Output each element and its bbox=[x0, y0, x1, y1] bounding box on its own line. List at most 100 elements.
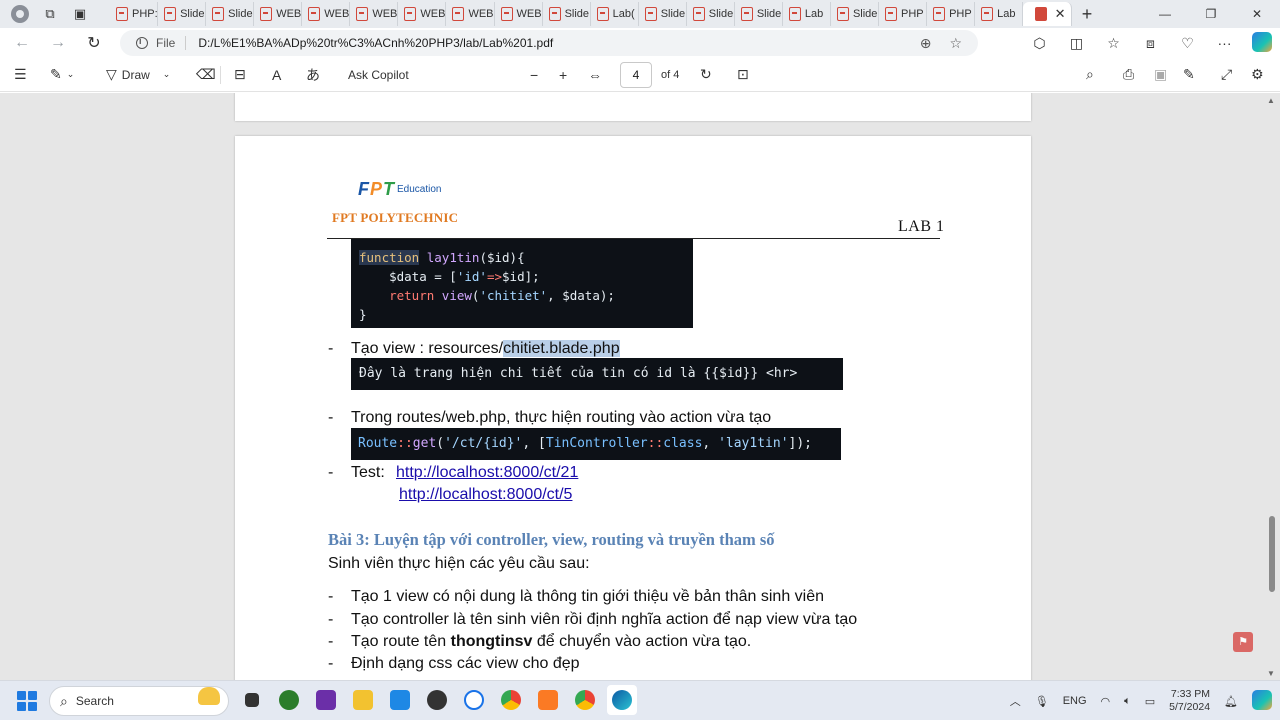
browser-tab[interactable]: Lab bbox=[783, 2, 831, 26]
vertical-scrollbar[interactable]: ▲ ▼ bbox=[1267, 96, 1276, 678]
vertical-tabs-button[interactable]: ▣ bbox=[68, 2, 92, 26]
ask-copilot-button[interactable]: Ask Copilot bbox=[348, 68, 409, 82]
url-text[interactable]: D:/L%E1%BA%ADp%20tr%C3%ACnh%20PHP3/lab/L… bbox=[198, 36, 553, 50]
split-screen-icon[interactable]: ◫ bbox=[1058, 35, 1095, 52]
clock-time: 7:33 PM bbox=[1170, 688, 1211, 700]
taskbar-app-task-view[interactable] bbox=[237, 685, 267, 715]
browser-tab[interactable]: Slide bbox=[735, 2, 783, 26]
page-number-input[interactable]: 4 bbox=[620, 62, 652, 88]
windows-start-icon[interactable] bbox=[17, 691, 37, 711]
browser-tab[interactable]: PHP: bbox=[110, 2, 159, 26]
taskbar-app-media[interactable] bbox=[422, 685, 452, 715]
highlight-button[interactable]: ✎ ⌄ bbox=[50, 66, 74, 83]
test-link-21[interactable]: http://localhost:8000/ct/21 bbox=[396, 464, 578, 482]
tray-chevron-icon[interactable]: ︿ bbox=[1010, 693, 1021, 709]
clock[interactable]: 7:33 PM 5/7/2024 bbox=[1169, 688, 1210, 714]
browser-tab-active[interactable]: ✕ bbox=[1023, 2, 1072, 26]
taskbar-app-xbox[interactable] bbox=[274, 685, 304, 715]
collections-icon[interactable]: ⧈ bbox=[1132, 35, 1169, 52]
fit-width-icon[interactable]: ⇔ bbox=[588, 67, 602, 83]
browser-tab[interactable]: PHP bbox=[879, 2, 928, 26]
more-menu-icon[interactable]: ··· bbox=[1206, 35, 1243, 51]
address-bar[interactable]: File D:/L%E1%BA%ADp%20tr%C3%ACnh%20PHP3/… bbox=[120, 30, 978, 56]
taskbar-app-xampp[interactable] bbox=[533, 685, 563, 715]
browser-tab[interactable]: WEB bbox=[350, 2, 399, 26]
zoom-out-icon[interactable]: − bbox=[530, 67, 538, 83]
notification-bell-icon[interactable]: 🔔︎ bbox=[1224, 695, 1238, 708]
test-link-5[interactable]: http://localhost:8000/ct/5 bbox=[399, 486, 572, 504]
browser-tab[interactable]: PHP bbox=[927, 2, 976, 26]
taskbar-app-zalo[interactable] bbox=[459, 685, 489, 715]
acrobat-icon[interactable]: ⚑ bbox=[1233, 632, 1253, 652]
print-icon[interactable]: ⎙ bbox=[1123, 66, 1134, 83]
rotate-icon[interactable]: ↻ bbox=[700, 66, 712, 83]
copilot-taskbar-button[interactable] bbox=[1252, 689, 1272, 713]
favorites-icon[interactable]: ☆ bbox=[1095, 35, 1132, 52]
draw-button[interactable]: ▽ Draw ⌄ bbox=[106, 66, 170, 83]
minimize-button[interactable]: — bbox=[1142, 7, 1188, 21]
maximize-button[interactable]: ❐ bbox=[1188, 7, 1234, 21]
translate-icon[interactable]: あ bbox=[306, 65, 320, 85]
close-tab-icon[interactable]: ✕ bbox=[1055, 6, 1066, 22]
pdf-viewer[interactable]: FPT Education FPT POLYTECHNIC LAB 1 func… bbox=[0, 93, 1280, 680]
task-view-icon bbox=[245, 693, 259, 707]
taskbar-app-vscode[interactable] bbox=[385, 685, 415, 715]
close-window-button[interactable]: ✕ bbox=[1234, 7, 1280, 21]
browser-tab[interactable]: WEB bbox=[446, 2, 495, 26]
search-icon[interactable]: ⌕ bbox=[1086, 66, 1094, 83]
page-view-icon[interactable]: ⊡ bbox=[737, 66, 749, 83]
browser-tab[interactable]: Slide bbox=[158, 2, 207, 26]
browser-tab[interactable]: Slide bbox=[206, 2, 255, 26]
workspaces-button[interactable]: ⧉ bbox=[38, 2, 62, 26]
language-indicator[interactable]: ENG bbox=[1063, 695, 1087, 707]
microphone-icon[interactable]: 🎙︎ bbox=[1035, 695, 1049, 708]
wifi-icon[interactable]: ◠ bbox=[1101, 695, 1111, 708]
tab-label: Lab bbox=[804, 8, 824, 20]
taskbar-app-chrome-2[interactable] bbox=[570, 685, 600, 715]
zoom-in-icon[interactable]: + bbox=[559, 67, 567, 83]
browser-tab[interactable]: WEB bbox=[398, 2, 447, 26]
scrollbar-thumb[interactable] bbox=[1269, 516, 1275, 592]
fullscreen-icon[interactable]: ⤢ bbox=[1221, 66, 1232, 83]
browser-tab[interactable]: Slide bbox=[687, 2, 735, 26]
new-tab-button[interactable]: + bbox=[1072, 4, 1102, 25]
browser-tab[interactable]: Lab( bbox=[591, 2, 639, 26]
forward-button[interactable]: → bbox=[40, 34, 76, 52]
save-icon[interactable]: ▣ bbox=[1154, 66, 1167, 83]
taskbar-app-chrome[interactable] bbox=[496, 685, 526, 715]
settings-gear-icon[interactable]: ⚙ bbox=[1251, 66, 1264, 83]
copilot-button[interactable] bbox=[1243, 31, 1280, 55]
text-panel-icon[interactable]: ⊟ bbox=[234, 66, 246, 83]
taskbar-app-edge[interactable] bbox=[607, 685, 637, 715]
pdf-file-icon bbox=[933, 7, 946, 21]
browser-tab[interactable]: WEB bbox=[495, 2, 543, 26]
read-aloud-icon[interactable]: A bbox=[272, 67, 281, 83]
tab-label: PHP bbox=[949, 8, 972, 20]
extensions-icon[interactable]: ⬡ bbox=[1021, 35, 1058, 52]
contents-icon[interactable]: ☰ bbox=[14, 66, 27, 83]
back-button[interactable]: ← bbox=[4, 34, 40, 52]
pdf-file-icon bbox=[740, 7, 753, 21]
browser-tab[interactable]: Lab bbox=[975, 2, 1024, 26]
browser-tab[interactable]: Slide bbox=[831, 2, 879, 26]
browser-tab[interactable]: Slide bbox=[543, 2, 591, 26]
eraser-icon[interactable]: ⌫ bbox=[196, 66, 216, 83]
browser-tab[interactable]: WEB bbox=[254, 2, 303, 26]
test-label: Test: bbox=[351, 464, 385, 481]
zoom-icon[interactable]: ⊕ bbox=[920, 35, 932, 52]
site-info-icon[interactable] bbox=[136, 36, 148, 49]
scroll-down-icon[interactable]: ▼ bbox=[1267, 669, 1275, 678]
battery-icon[interactable]: ▭ bbox=[1145, 695, 1155, 708]
browser-tab[interactable]: Slide bbox=[639, 2, 687, 26]
favorite-star-icon[interactable]: ☆ bbox=[949, 35, 962, 52]
profile-button[interactable] bbox=[8, 2, 32, 26]
tab-label: Slide bbox=[564, 8, 590, 20]
scroll-up-icon[interactable]: ▲ bbox=[1267, 96, 1275, 105]
browser-tab[interactable]: WEB bbox=[302, 2, 351, 26]
volume-icon[interactable]: 🔈︎ bbox=[1124, 695, 1131, 708]
browser-essentials-icon[interactable]: ♡ bbox=[1169, 35, 1206, 52]
save-as-icon[interactable]: ✎ bbox=[1183, 66, 1195, 83]
refresh-button[interactable]: ↻ bbox=[76, 33, 112, 53]
taskbar-app-creative[interactable] bbox=[311, 685, 341, 715]
taskbar-app-file-explorer[interactable] bbox=[348, 685, 378, 715]
